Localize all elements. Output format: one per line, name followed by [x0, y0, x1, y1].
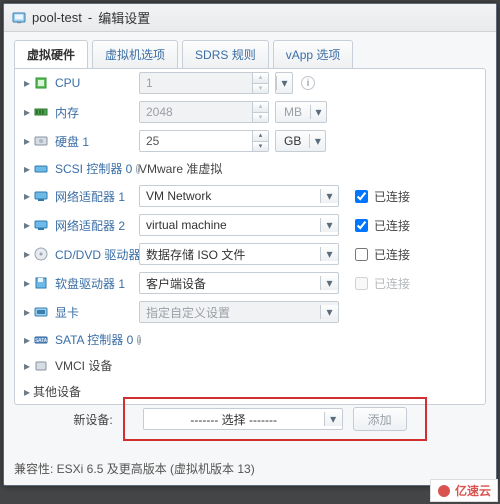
- row-vmci: ▸ VMCI 设备: [15, 352, 485, 378]
- nic1-network-select[interactable]: VM Network▾: [139, 185, 339, 207]
- expand-toggle[interactable]: ▸: [21, 76, 33, 90]
- floppy-label: 软盘驱动器 1: [55, 275, 125, 292]
- video-card-icon: [33, 304, 49, 320]
- expand-toggle[interactable]: ▸: [21, 247, 33, 261]
- scsi-controller-icon: [33, 161, 49, 177]
- disk1-value-input[interactable]: [139, 130, 253, 152]
- row-sata: ▸ SATA SATA 控制器 0 i: [15, 326, 485, 352]
- dialog-title-suffix: 编辑设置: [98, 8, 150, 27]
- expand-toggle[interactable]: ▸: [21, 305, 33, 319]
- network-adapter-icon: [33, 217, 49, 233]
- svg-text:SATA: SATA: [35, 338, 48, 344]
- info-icon: i: [301, 76, 315, 90]
- disk1-unit-select[interactable]: GB▾: [275, 130, 326, 152]
- memory-value-input[interactable]: [139, 101, 253, 123]
- row-cdrom: ▸ CD/DVD 驱动器 1 数据存储 ISO 文件▾ 已连接: [15, 239, 485, 268]
- nic1-label: 网络适配器 1: [55, 188, 125, 205]
- nic2-connected-checkbox[interactable]: 已连接: [351, 216, 410, 235]
- hard-disk-icon: [33, 133, 49, 149]
- tab-sdrs-rules[interactable]: SDRS 规则: [182, 40, 269, 68]
- tab-vapp-options[interactable]: vApp 选项: [273, 40, 354, 68]
- sata-controller-icon: SATA: [33, 332, 49, 348]
- network-adapter-icon: [33, 188, 49, 204]
- compatibility-footer: 兼容性: ESXi 6.5 及更高版本 (虚拟机版本 13): [14, 460, 255, 477]
- cpu-label: CPU: [55, 76, 80, 90]
- floppy-source-select[interactable]: 客户端设备▾: [139, 272, 339, 294]
- row-nic2: ▸ 网络适配器 2 virtual machine▾ 已连接: [15, 210, 485, 239]
- expand-toggle[interactable]: ▸: [21, 333, 33, 347]
- nic2-network-select[interactable]: virtual machine▾: [139, 214, 339, 236]
- info-badge-icon: i: [137, 335, 141, 345]
- cd-dvd-icon: [33, 246, 49, 262]
- cdrom-connected-checkbox[interactable]: 已连接: [351, 245, 410, 264]
- watermark-icon: [437, 484, 451, 498]
- tab-vm-options[interactable]: 虚拟机选项: [92, 40, 178, 68]
- nic1-connected-checkbox[interactable]: 已连接: [351, 187, 410, 206]
- expand-toggle[interactable]: ▸: [21, 134, 33, 148]
- memory-stepper: ▴▾: [253, 101, 269, 123]
- expand-toggle[interactable]: ▸: [21, 276, 33, 290]
- memory-icon: [33, 104, 49, 120]
- floppy-connected-checkbox: 已连接: [351, 274, 410, 293]
- new-device-select[interactable]: ------- 选择 -------▾: [143, 408, 343, 430]
- expand-toggle[interactable]: ▸: [21, 359, 33, 373]
- row-scsi: ▸ SCSI 控制器 0 i VMware 准虚拟: [15, 155, 485, 181]
- row-floppy: ▸ 软盘驱动器 1 客户端设备▾ 已连接: [15, 268, 485, 297]
- expand-toggle[interactable]: ▸: [21, 105, 33, 119]
- add-device-button[interactable]: 添加: [353, 407, 407, 431]
- expand-toggle[interactable]: ▸: [21, 189, 33, 203]
- row-gpu: ▸ 显卡 指定自定义设置▾: [15, 297, 485, 326]
- vm-icon: [12, 11, 26, 25]
- hardware-panel: ▸ CPU ▴▾ ▾ i ▸: [14, 68, 486, 405]
- cdrom-source-select[interactable]: 数据存储 ISO 文件▾: [139, 243, 339, 265]
- gpu-label: 显卡: [55, 304, 79, 321]
- tab-bar: 虚拟硬件 虚拟机选项 SDRS 规则 vApp 选项: [4, 32, 496, 68]
- tab-hardware[interactable]: 虚拟硬件: [14, 40, 88, 68]
- dialog-title-prefix: pool-test: [32, 10, 82, 25]
- nic2-label: 网络适配器 2: [55, 217, 125, 234]
- watermark: 亿速云: [430, 479, 498, 502]
- highlight-box: ------- 选择 -------▾ 添加: [123, 397, 427, 441]
- cdrom-label: CD/DVD 驱动器 1: [55, 246, 150, 263]
- expand-toggle[interactable]: ▸: [21, 162, 33, 176]
- memory-label: 内存: [55, 104, 79, 121]
- new-device-row: 新设备: ------- 选择 -------▾ 添加: [14, 397, 486, 441]
- expand-toggle[interactable]: ▸: [21, 218, 33, 232]
- row-memory: ▸ 内存 ▴▾ MB▾: [15, 97, 485, 126]
- row-nic1: ▸ 网络适配器 1 VM Network▾ 已连接: [15, 181, 485, 210]
- scsi-label: SCSI 控制器 0: [55, 160, 132, 177]
- new-device-label: 新设备:: [73, 411, 112, 428]
- sata-label: SATA 控制器 0: [55, 331, 133, 348]
- floppy-icon: [33, 275, 49, 291]
- vmci-label: VMCI 设备: [55, 357, 112, 374]
- cpu-stepper: ▴▾: [253, 72, 269, 94]
- vmci-icon: [33, 358, 49, 374]
- edit-settings-dialog: pool-test - 编辑设置 虚拟硬件 虚拟机选项 SDRS 规则 vApp…: [3, 3, 497, 486]
- cpu-icon: [33, 75, 49, 91]
- gpu-settings-select[interactable]: 指定自定义设置▾: [139, 301, 339, 323]
- row-disk1: ▸ 硬盘 1 ▴▾ GB▾: [15, 126, 485, 155]
- scsi-value: VMware 准虚拟: [139, 160, 222, 177]
- row-cpu: ▸ CPU ▴▾ ▾ i: [15, 69, 485, 97]
- disk1-label: 硬盘 1: [55, 133, 89, 150]
- cpu-dropdown[interactable]: ▾: [275, 72, 293, 94]
- cpu-value-input[interactable]: [139, 72, 253, 94]
- titlebar: pool-test - 编辑设置: [4, 4, 496, 32]
- memory-unit-select[interactable]: MB▾: [275, 101, 327, 123]
- disk1-stepper[interactable]: ▴▾: [253, 130, 269, 152]
